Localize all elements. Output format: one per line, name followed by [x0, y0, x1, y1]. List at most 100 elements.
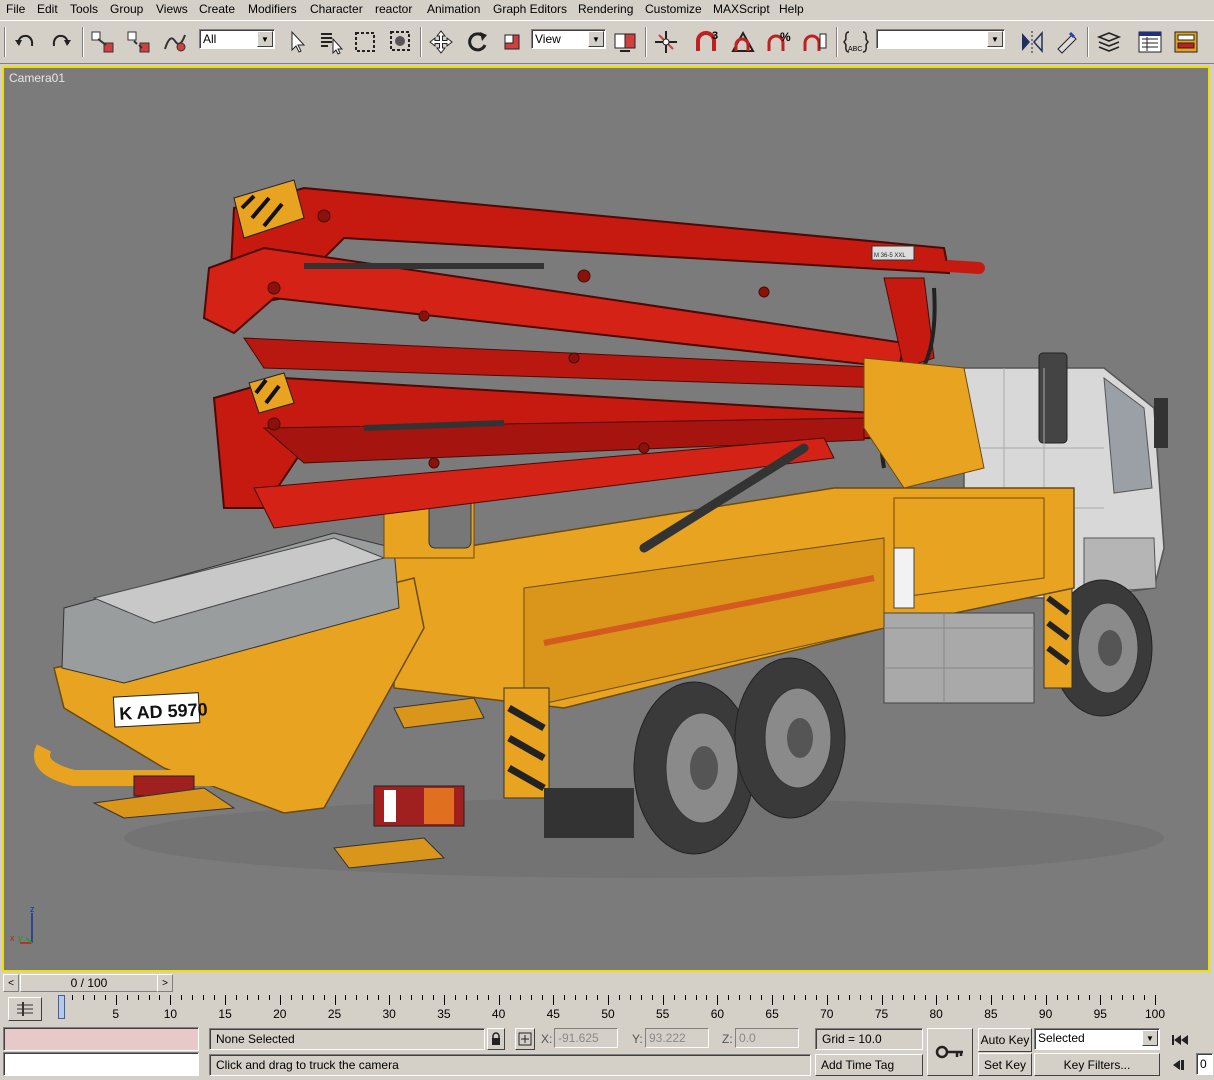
frame-tick	[378, 995, 380, 1000]
key-mode-dropdown[interactable]: Selected ▼	[1034, 1028, 1160, 1050]
frame-tick	[323, 995, 325, 1000]
undo-icon[interactable]	[10, 27, 40, 57]
boom-plate: M 36-5 XXL	[874, 253, 906, 259]
chevron-down-icon: ▼	[588, 31, 604, 47]
menu-modifiers[interactable]: Modifiers	[248, 2, 297, 17]
time-cursor[interactable]	[58, 995, 65, 1019]
maxscript-output-mini[interactable]	[3, 1052, 199, 1076]
chevron-down-icon: ▼	[1142, 1030, 1158, 1046]
key-mode-toggle-icon[interactable]	[1166, 1053, 1194, 1076]
percent-snap-icon[interactable]: %	[764, 27, 794, 57]
menu-bar: File Edit Tools Group Views Create Modif…	[0, 0, 1214, 20]
menu-rendering[interactable]: Rendering	[578, 2, 633, 17]
mini-curve-editor-button[interactable]	[8, 997, 42, 1021]
frame-tick	[750, 995, 752, 1000]
edit-named-selection-icon[interactable]: ABC	[841, 27, 871, 57]
menu-customize[interactable]: Customize	[645, 2, 702, 17]
set-key-button[interactable]: Set Key	[978, 1053, 1032, 1076]
schematic-view-icon[interactable]	[1171, 27, 1201, 57]
maxscript-listener-mini[interactable]	[3, 1027, 199, 1051]
chevron-right-icon: >	[162, 977, 168, 989]
frame-tick	[804, 995, 806, 1000]
menu-maxscript[interactable]: MAXScript	[713, 2, 770, 17]
toolbar-grip	[4, 27, 6, 57]
select-by-name-icon[interactable]	[316, 27, 346, 57]
key-filters-button[interactable]: Key Filters...	[1034, 1053, 1160, 1076]
current-frame-field[interactable]: 0	[1196, 1053, 1213, 1075]
move-icon[interactable]	[426, 27, 456, 57]
redo-icon[interactable]	[46, 27, 76, 57]
x-coord-value: -91.625	[558, 1031, 599, 1045]
track-bar[interactable]: 0510152025303540455055606570758085909510…	[0, 995, 1214, 1023]
frame-tick	[608, 995, 609, 1005]
manipulate-icon[interactable]	[651, 27, 681, 57]
menu-file[interactable]: File	[6, 2, 25, 17]
curve-editor-icon[interactable]	[1135, 27, 1165, 57]
frame-tick	[432, 995, 434, 1000]
frame-tick	[662, 995, 664, 1005]
main-toolbar: All ▼ View ▼ 3 % ABC ▼	[0, 20, 1214, 64]
frame-tick	[443, 995, 445, 1005]
layer-manager-icon[interactable]	[1094, 27, 1124, 57]
bind-space-warp-icon[interactable]	[160, 27, 190, 57]
mirror-icon[interactable]	[1017, 27, 1047, 57]
time-slider-thumb[interactable]: 0 / 100	[20, 974, 158, 992]
z-coord-label: Z:	[722, 1032, 733, 1046]
scale-icon[interactable]	[497, 27, 527, 57]
auto-key-button[interactable]: Auto Key	[978, 1028, 1032, 1052]
rect-selection-icon[interactable]	[350, 27, 380, 57]
pivot-center-icon[interactable]	[610, 27, 640, 57]
frame-tick-label: 5	[112, 1007, 120, 1021]
frame-tick	[104, 995, 106, 1000]
menu-character[interactable]: Character	[310, 2, 363, 17]
frame-tick	[826, 995, 828, 1005]
frame-ruler[interactable]: 0510152025303540455055606570758085909510…	[56, 995, 1165, 1021]
window-crossing-icon[interactable]	[386, 27, 416, 57]
frame-tick	[717, 995, 719, 1005]
menu-graph-editors[interactable]: Graph Editors	[493, 2, 567, 17]
frame-tick	[881, 995, 883, 1005]
named-selection-dropdown[interactable]: ▼	[876, 29, 1005, 49]
auto-key-label: Auto Key	[980, 1033, 1030, 1047]
menu-group[interactable]: Group	[110, 2, 143, 17]
frame-tick	[1067, 995, 1069, 1000]
align-icon[interactable]	[1052, 27, 1082, 57]
rotate-icon[interactable]	[462, 27, 492, 57]
x-coord-field[interactable]: -91.625	[554, 1028, 618, 1048]
spinner-snap-icon[interactable]	[800, 27, 830, 57]
menu-views[interactable]: Views	[156, 2, 188, 17]
angle-snap-icon[interactable]	[728, 27, 758, 57]
add-time-tag-button[interactable]: Add Time Tag	[815, 1054, 923, 1076]
frame-tick	[1023, 995, 1025, 1000]
selection-lock-icon[interactable]	[487, 1028, 505, 1050]
set-key-big-button[interactable]	[927, 1028, 973, 1076]
go-to-start-icon[interactable]	[1166, 1028, 1194, 1052]
menu-help[interactable]: Help	[779, 2, 804, 17]
frame-tick	[695, 995, 697, 1000]
current-frame-value: 0	[1200, 1057, 1207, 1071]
time-slider-prev-button[interactable]: <	[3, 974, 19, 992]
absolute-mode-transform-icon[interactable]	[515, 1028, 535, 1050]
menu-animation[interactable]: Animation	[427, 2, 480, 17]
z-coord-field[interactable]: 0.0	[735, 1028, 799, 1048]
menu-create[interactable]: Create	[199, 2, 235, 17]
frame-tick-label: 65	[765, 1007, 779, 1021]
reference-coord-dropdown[interactable]: View ▼	[531, 29, 606, 49]
menu-reactor[interactable]: reactor	[375, 2, 412, 17]
camera-viewport[interactable]: Camera01 K AD 5970 M 36-5 XXL z x y	[2, 66, 1210, 972]
toolbar-separator	[420, 27, 422, 57]
snap-3d-icon[interactable]: 3	[692, 27, 722, 57]
menu-edit[interactable]: Edit	[37, 2, 58, 17]
select-object-icon[interactable]	[282, 27, 312, 57]
y-coord-field[interactable]: 93.222	[645, 1028, 709, 1048]
toolbar-separator	[645, 27, 647, 57]
selection-filter-dropdown[interactable]: All ▼	[199, 29, 275, 49]
unlink-icon[interactable]	[124, 27, 154, 57]
menu-tools[interactable]: Tools	[70, 2, 98, 17]
axis-z-label: z	[30, 904, 35, 914]
time-slider-next-button[interactable]: >	[157, 974, 173, 992]
frame-tick	[181, 995, 183, 1000]
select-and-link-icon[interactable]	[88, 27, 118, 57]
x-coord-label: X:	[541, 1032, 553, 1046]
frame-tick	[257, 995, 259, 1000]
